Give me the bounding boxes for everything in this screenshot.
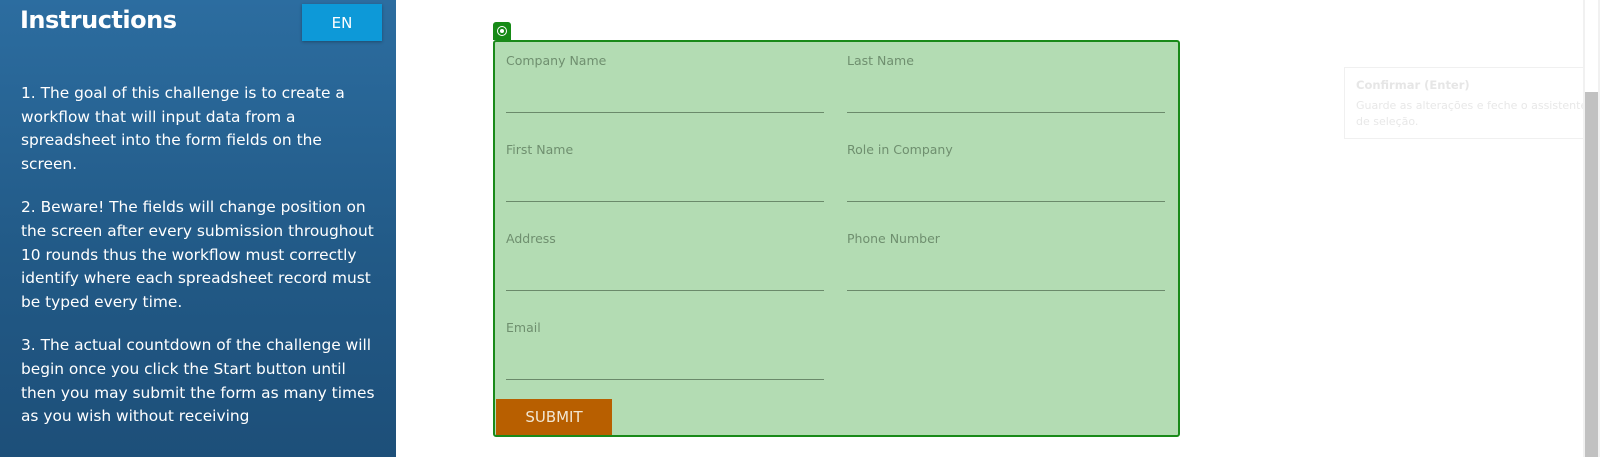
instruction-step-3: 3. The actual countdown of the challenge… <box>21 336 375 426</box>
company-name-input[interactable] <box>506 77 824 113</box>
instructions-title: Instructions <box>20 6 177 34</box>
email-label: Email <box>506 320 541 335</box>
instruction-step-2: 2. Beware! The fields will change positi… <box>21 198 374 312</box>
confirm-tooltip: Confirmar (Enter) Guarde as alterações e… <box>1344 67 1596 139</box>
data-entry-form: Company Name Last Name First Name Role i… <box>493 40 1180 437</box>
first-name-input[interactable] <box>506 166 824 202</box>
scrollbar-top <box>1585 0 1598 92</box>
role-in-company-input[interactable] <box>847 166 1165 202</box>
first-name-field: First Name <box>506 136 824 208</box>
role-in-company-label: Role in Company <box>847 142 953 157</box>
page-scrollbar[interactable] <box>1583 0 1600 457</box>
scrollbar-thumb[interactable] <box>1585 92 1598 457</box>
address-input[interactable] <box>506 255 824 291</box>
phone-number-field: Phone Number <box>847 225 1165 297</box>
first-name-label: First Name <box>506 142 574 157</box>
tooltip-title: Confirmar (Enter) <box>1356 78 1470 92</box>
email-field: Email <box>506 314 824 386</box>
email-input[interactable] <box>506 344 824 380</box>
phone-number-input[interactable] <box>847 255 1165 291</box>
company-name-label: Company Name <box>506 53 607 68</box>
language-button[interactable]: EN <box>302 4 382 41</box>
instructions-panel: Instructions EN 1. The goal of this chal… <box>0 0 396 457</box>
instruction-step-1: 1. The goal of this challenge is to crea… <box>21 84 345 174</box>
tooltip-body: Guarde as alterações e feche o assistent… <box>1356 99 1588 128</box>
target-icon[interactable] <box>493 22 511 40</box>
instructions-text: 1. The goal of this challenge is to crea… <box>21 82 379 449</box>
last-name-label: Last Name <box>847 53 914 68</box>
address-field: Address <box>506 225 824 297</box>
company-name-field: Company Name <box>506 47 824 119</box>
last-name-input[interactable] <box>847 77 1165 113</box>
submit-button[interactable]: SUBMIT <box>496 399 612 435</box>
address-label: Address <box>506 231 556 246</box>
phone-number-label: Phone Number <box>847 231 940 246</box>
role-in-company-field: Role in Company <box>847 136 1165 208</box>
last-name-field: Last Name <box>847 47 1165 119</box>
